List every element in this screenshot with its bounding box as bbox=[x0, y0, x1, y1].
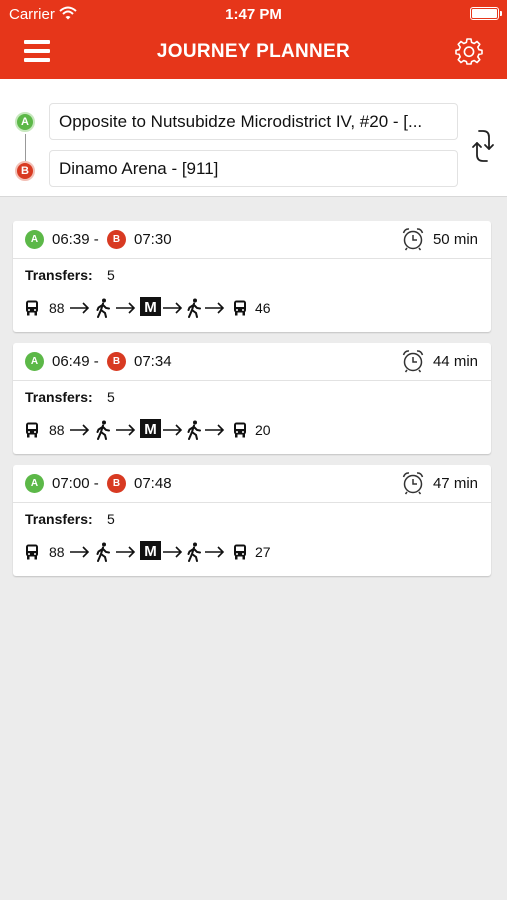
arrow-right-icon bbox=[116, 302, 136, 314]
metro-icon: M bbox=[140, 297, 161, 316]
transfers-label: Transfers: bbox=[25, 267, 93, 283]
marker-connector bbox=[25, 134, 26, 162]
walk-icon bbox=[96, 542, 110, 562]
bus-route-number: 27 bbox=[255, 544, 271, 560]
route-steps: 88 M 46 bbox=[25, 297, 485, 319]
journey-card[interactable]: A 07:00 - B 07:48 47 min Transfers: 5 88… bbox=[13, 465, 491, 576]
journey-duration: 44 min bbox=[432, 353, 478, 370]
walk-icon bbox=[187, 420, 201, 440]
metro-label: M bbox=[144, 299, 157, 316]
bus-icon bbox=[234, 544, 246, 560]
arrival-time: 07:48 bbox=[134, 475, 172, 492]
metro-icon: M bbox=[140, 419, 161, 438]
app-header: Carrier 1:47 PM JOURNEY PLANNER bbox=[0, 0, 507, 79]
bus-route-number: 46 bbox=[255, 300, 271, 316]
status-bar: Carrier 1:47 PM bbox=[0, 0, 507, 28]
departure-time: 07:00 - bbox=[52, 475, 99, 492]
destination-marker-icon: B bbox=[107, 474, 126, 493]
destination-marker-icon: B bbox=[107, 352, 126, 371]
route-steps: 88 M 20 bbox=[25, 419, 485, 441]
transfers-label: Transfers: bbox=[25, 389, 93, 405]
walk-icon bbox=[96, 298, 110, 318]
arrival-time: 07:30 bbox=[134, 231, 172, 248]
destination-marker-icon: B bbox=[107, 230, 126, 249]
origin-marker-icon: A bbox=[15, 112, 35, 132]
journey-card[interactable]: A 06:39 - B 07:30 50 min Transfers: 5 88… bbox=[13, 221, 491, 332]
arrival-time: 07:34 bbox=[134, 353, 172, 370]
page-title: JOURNEY PLANNER bbox=[156, 41, 351, 62]
arrow-right-icon bbox=[205, 424, 225, 436]
alarm-clock-icon bbox=[402, 350, 424, 373]
hamburger-menu-icon[interactable] bbox=[24, 40, 50, 62]
bus-route-number: 88 bbox=[49, 422, 65, 438]
origin-field[interactable]: Opposite to Nutsubidze Microdistrict IV,… bbox=[49, 103, 458, 140]
arrow-right-icon bbox=[116, 546, 136, 558]
bus-icon bbox=[26, 300, 38, 316]
swap-direction-icon[interactable] bbox=[471, 127, 495, 165]
arrow-right-icon bbox=[163, 424, 183, 436]
metro-icon: M bbox=[140, 541, 161, 560]
arrow-right-icon bbox=[163, 546, 183, 558]
transfers-count: 5 bbox=[107, 389, 115, 405]
alarm-clock-icon bbox=[402, 472, 424, 495]
journey-duration: 50 min bbox=[432, 231, 478, 248]
destination-field[interactable]: Dinamo Arena - [911] bbox=[49, 150, 458, 187]
transfers-count: 5 bbox=[107, 511, 115, 527]
journey-card-header: A 06:39 - B 07:30 50 min bbox=[13, 221, 491, 259]
bus-icon bbox=[234, 422, 246, 438]
bus-route-number: 88 bbox=[49, 300, 65, 316]
battery-nub bbox=[500, 11, 502, 16]
journey-card-header: A 06:49 - B 07:34 44 min bbox=[13, 343, 491, 381]
journey-duration: 47 min bbox=[432, 475, 478, 492]
walk-icon bbox=[96, 420, 110, 440]
journey-card-header: A 07:00 - B 07:48 47 min bbox=[13, 465, 491, 503]
bus-route-number: 88 bbox=[49, 544, 65, 560]
battery-fill bbox=[472, 9, 497, 18]
transfers-label: Transfers: bbox=[25, 511, 93, 527]
walk-icon bbox=[187, 542, 201, 562]
arrow-right-icon bbox=[205, 302, 225, 314]
alarm-clock-icon bbox=[402, 228, 424, 251]
destination-marker-icon: B bbox=[15, 161, 35, 181]
battery-icon bbox=[470, 7, 502, 20]
arrow-right-icon bbox=[70, 546, 90, 558]
arrow-right-icon bbox=[163, 302, 183, 314]
bus-route-number: 20 bbox=[255, 422, 271, 438]
departure-time: 06:39 - bbox=[52, 231, 99, 248]
metro-label: M bbox=[144, 543, 157, 560]
arrow-right-icon bbox=[70, 302, 90, 314]
journey-card[interactable]: A 06:49 - B 07:34 44 min Transfers: 5 88… bbox=[13, 343, 491, 454]
route-steps: 88 M 27 bbox=[25, 541, 485, 563]
bus-icon bbox=[26, 544, 38, 560]
arrow-right-icon bbox=[70, 424, 90, 436]
metro-label: M bbox=[144, 421, 157, 438]
origin-marker-icon: A bbox=[25, 230, 44, 249]
gear-icon[interactable] bbox=[455, 37, 483, 65]
transfers-count: 5 bbox=[107, 267, 115, 283]
bus-icon bbox=[234, 300, 246, 316]
journey-search-panel: A B Opposite to Nutsubidze Microdistrict… bbox=[0, 79, 507, 197]
walk-icon bbox=[187, 298, 201, 318]
origin-marker-icon: A bbox=[25, 352, 44, 371]
origin-marker-icon: A bbox=[25, 474, 44, 493]
departure-time: 06:49 - bbox=[52, 353, 99, 370]
arrow-right-icon bbox=[116, 424, 136, 436]
bus-icon bbox=[26, 422, 38, 438]
arrow-right-icon bbox=[205, 546, 225, 558]
status-time: 1:47 PM bbox=[225, 6, 282, 23]
